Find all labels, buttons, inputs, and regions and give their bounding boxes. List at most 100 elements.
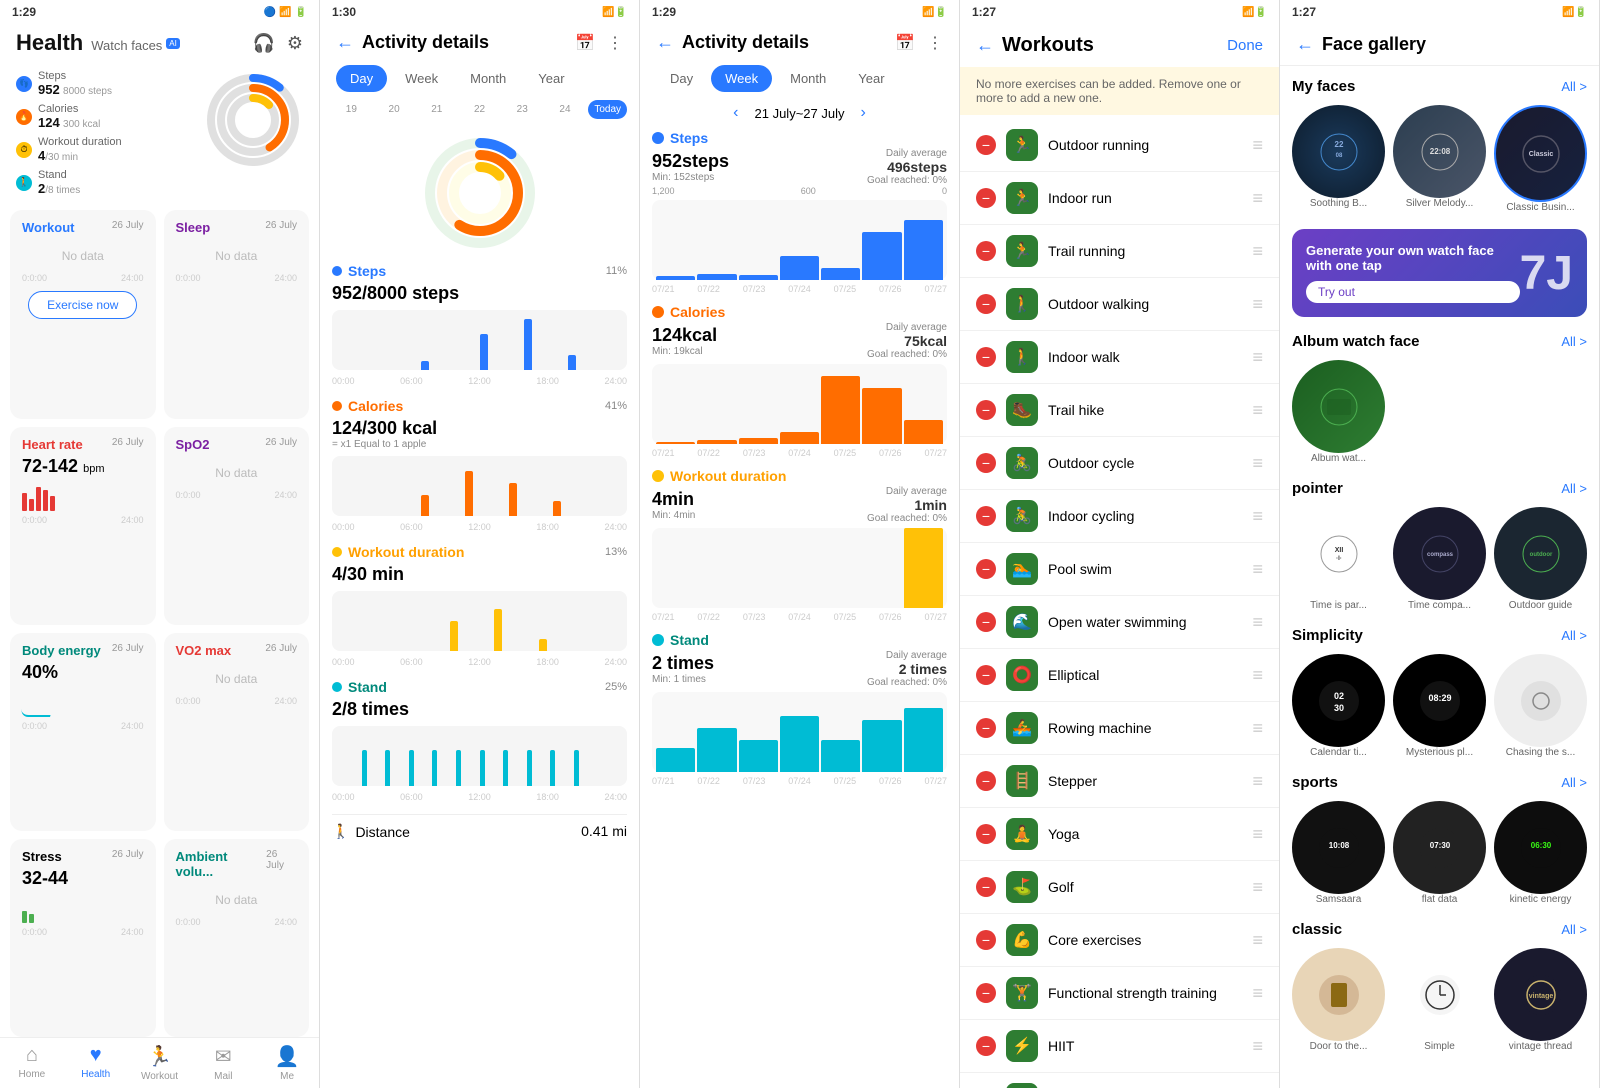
drag-handle-1[interactable]: ≡ [1252, 135, 1263, 156]
back-icon-p4[interactable]: ← [976, 35, 994, 56]
remove-stepper[interactable]: − [976, 771, 996, 791]
drag-handle-13[interactable]: ≡ [1252, 771, 1263, 792]
drag-handle-16[interactable]: ≡ [1252, 930, 1263, 951]
face-kinetic[interactable]: 06:30 kinetic energy [1494, 801, 1587, 905]
drag-handle-4[interactable]: ≡ [1252, 294, 1263, 315]
drag-handle-15[interactable]: ≡ [1252, 877, 1263, 898]
face-soothing[interactable]: 2208 Soothing B... [1292, 105, 1385, 213]
simplicity-all[interactable]: All > [1561, 628, 1587, 643]
p2-distance-row[interactable]: 🚶 Distance 0.41 mi [332, 814, 627, 848]
face-door[interactable]: Door to the... [1292, 948, 1385, 1052]
tab-week-p3[interactable]: Week [711, 65, 772, 92]
remove-outdoor-walking[interactable]: − [976, 294, 996, 314]
remove-indoor-run[interactable]: − [976, 188, 996, 208]
spo2-card[interactable]: SpO2 26 July No data 0:0:0024:00 [164, 427, 310, 625]
face-classic[interactable]: Classic Classic Busin... [1494, 105, 1587, 213]
settings-icon[interactable]: ⚙ [287, 33, 303, 54]
remove-pool-swim[interactable]: − [976, 559, 996, 579]
drag-handle-17[interactable]: ≡ [1252, 983, 1263, 1004]
tab-month-p3[interactable]: Month [776, 65, 840, 92]
back-icon-p5[interactable]: ← [1296, 34, 1314, 55]
drag-handle-10[interactable]: ≡ [1252, 612, 1263, 633]
remove-indoor-cycling[interactable]: − [976, 506, 996, 526]
remove-core[interactable]: − [976, 930, 996, 950]
drag-handle-11[interactable]: ≡ [1252, 665, 1263, 686]
nav-workout[interactable]: 🏃 Workout [128, 1044, 192, 1082]
date-21[interactable]: 21 [417, 100, 456, 119]
date-24[interactable]: 24 [546, 100, 585, 119]
face-samsara[interactable]: 10:08 Samsaara [1292, 801, 1385, 905]
face-myst[interactable]: 08:29 Mysterious pl... [1393, 654, 1486, 758]
face-album[interactable]: Album wat... [1292, 360, 1385, 464]
remove-hiit[interactable]: − [976, 1036, 996, 1056]
remove-rowing[interactable]: − [976, 718, 996, 738]
remove-outdoor-cycle[interactable]: − [976, 453, 996, 473]
remove-functional[interactable]: − [976, 983, 996, 1003]
drag-handle-5[interactable]: ≡ [1252, 347, 1263, 368]
drag-handle-7[interactable]: ≡ [1252, 453, 1263, 474]
bodyenergy-card[interactable]: Body energy 26 July 40% 0:0:0024:00 [10, 633, 156, 831]
pointer-all[interactable]: All > [1561, 481, 1587, 496]
tab-year[interactable]: Year [524, 65, 578, 92]
face-vintage[interactable]: vintage vintage thread [1494, 948, 1587, 1052]
sleep-card[interactable]: Sleep 26 July No data 0:0:0024:00 [164, 210, 310, 419]
remove-yoga[interactable]: − [976, 824, 996, 844]
remove-trail-running[interactable]: − [976, 241, 996, 261]
remove-outdoor-running[interactable]: − [976, 135, 996, 155]
heartrate-card[interactable]: Heart rate 26 July 72-142 bpm 0:0:0024:0… [10, 427, 156, 625]
nav-me[interactable]: 👤 Me [255, 1044, 319, 1082]
p1-watch-faces[interactable]: Watch faces [91, 38, 162, 53]
more-icon-p3[interactable]: ⋮ [927, 33, 943, 53]
remove-elliptical[interactable]: − [976, 665, 996, 685]
stress-card[interactable]: Stress 26 July 32-44 0:0:0024:00 [10, 839, 156, 1037]
drag-handle-12[interactable]: ≡ [1252, 718, 1263, 739]
sports-all[interactable]: All > [1561, 775, 1587, 790]
workout-card[interactable]: Workout 26 July No data 0:0:0024:00 Exer… [10, 210, 156, 419]
tab-day-p3[interactable]: Day [656, 65, 707, 92]
face-cal[interactable]: 0230 Calendar ti... [1292, 654, 1385, 758]
face-silver[interactable]: 22:08 Silver Melody... [1393, 105, 1486, 213]
next-week-btn[interactable]: › [860, 104, 865, 122]
headphone-icon[interactable]: 🎧 [252, 33, 274, 54]
tab-day[interactable]: Day [336, 65, 387, 92]
album-all[interactable]: All > [1561, 334, 1587, 349]
nav-home[interactable]: ⌂ Home [0, 1044, 64, 1082]
face-simple[interactable]: Simple [1393, 948, 1486, 1052]
done-button[interactable]: Done [1227, 37, 1263, 54]
date-22[interactable]: 22 [460, 100, 499, 119]
tab-week[interactable]: Week [391, 65, 452, 92]
nav-mail[interactable]: ✉ Mail [191, 1044, 255, 1082]
calendar-icon-p2[interactable]: 📅 [575, 33, 595, 53]
back-icon-p2[interactable]: ← [336, 32, 354, 53]
my-faces-all[interactable]: All > [1561, 79, 1587, 94]
drag-handle-9[interactable]: ≡ [1252, 559, 1263, 580]
prev-week-btn[interactable]: ‹ [733, 104, 738, 122]
back-icon-p3[interactable]: ← [656, 32, 674, 53]
classic-all[interactable]: All > [1561, 922, 1587, 937]
ambient-card[interactable]: Ambient volu... 26 July No data 0:0:0024… [164, 839, 310, 1037]
face-pointer3[interactable]: outdoor Outdoor guide [1494, 507, 1587, 611]
drag-handle-18[interactable]: ≡ [1252, 1036, 1263, 1057]
remove-open-water[interactable]: − [976, 612, 996, 632]
remove-indoor-walk[interactable]: − [976, 347, 996, 367]
drag-handle-3[interactable]: ≡ [1252, 241, 1263, 262]
date-today[interactable]: Today [588, 100, 627, 119]
face-flat[interactable]: 07:30 flat data [1393, 801, 1486, 905]
remove-golf[interactable]: − [976, 877, 996, 897]
drag-handle-14[interactable]: ≡ [1252, 824, 1263, 845]
exercise-now-button[interactable]: Exercise now [28, 291, 137, 319]
drag-handle-6[interactable]: ≡ [1252, 400, 1263, 421]
tab-month[interactable]: Month [456, 65, 520, 92]
nav-health[interactable]: ♥ Health [64, 1044, 128, 1082]
face-chase[interactable]: Chasing the s... [1494, 654, 1587, 758]
tab-year-p3[interactable]: Year [844, 65, 898, 92]
drag-handle-8[interactable]: ≡ [1252, 506, 1263, 527]
more-icon-p2[interactable]: ⋮ [607, 33, 623, 53]
try-out-button[interactable]: Try out [1306, 281, 1520, 303]
drag-handle-2[interactable]: ≡ [1252, 188, 1263, 209]
remove-trail-hike[interactable]: − [976, 400, 996, 420]
calendar-icon-p3[interactable]: 📅 [895, 33, 915, 53]
vo2-card[interactable]: VO2 max 26 July No data 0:0:0024:00 [164, 633, 310, 831]
date-20[interactable]: 20 [375, 100, 414, 119]
date-23[interactable]: 23 [503, 100, 542, 119]
